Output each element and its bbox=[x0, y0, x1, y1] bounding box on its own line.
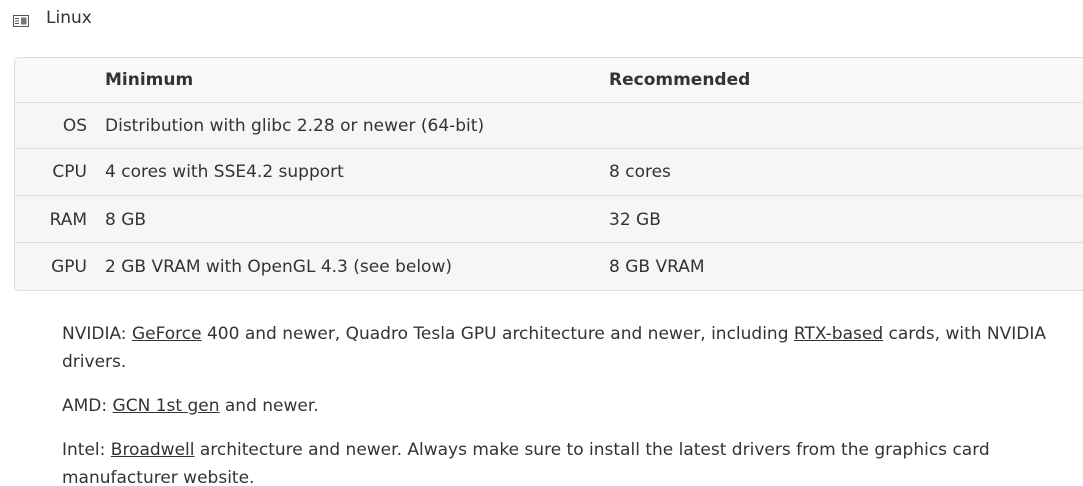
platform-icon bbox=[13, 12, 29, 27]
nvidia-middle: 400 and newer, Quadro Tesla GPU architec… bbox=[201, 324, 794, 344]
row-label: RAM bbox=[49, 209, 87, 230]
table-row-gpu: GPU 2 GB VRAM with OpenGL 4.3 (see below… bbox=[15, 242, 1083, 290]
row-label: OS bbox=[62, 116, 87, 136]
section-header: Linux bbox=[13, 6, 92, 30]
row-minimum: 8 GB bbox=[105, 209, 147, 230]
row-recommended: 32 GB bbox=[609, 209, 661, 230]
geforce-link[interactable]: GeForce bbox=[132, 324, 202, 344]
table-row-cpu: CPU 4 cores with SSE4.2 support 8 cores bbox=[15, 148, 1083, 195]
row-recommended: 8 cores bbox=[609, 162, 671, 182]
row-minimum: 4 cores with SSE4.2 support bbox=[105, 162, 344, 182]
header-recommended: Recommended bbox=[609, 70, 751, 90]
row-minimum: Distribution with glibc 2.28 or newer (6… bbox=[105, 116, 485, 136]
intel-suffix: architecture and newer. Always make sure… bbox=[62, 440, 990, 486]
header-minimum: Minimum bbox=[105, 70, 194, 90]
nvidia-prefix: NVIDIA: bbox=[62, 324, 132, 344]
gpu-notes: NVIDIA: GeForce 400 and newer, Quadro Te… bbox=[62, 320, 1072, 486]
row-recommended: 8 GB VRAM bbox=[609, 256, 705, 277]
amd-note: AMD: GCN 1st gen and newer. bbox=[62, 392, 1072, 420]
table-row-ram: RAM 8 GB 32 GB bbox=[15, 195, 1083, 243]
nvidia-note: NVIDIA: GeForce 400 and newer, Quadro Te… bbox=[62, 320, 1072, 376]
gcn-link[interactable]: GCN 1st gen bbox=[113, 396, 220, 416]
amd-prefix: AMD: bbox=[62, 396, 113, 416]
row-minimum: 2 GB VRAM with OpenGL 4.3 (see below) bbox=[105, 256, 452, 277]
table-header-row: Minimum Recommended bbox=[15, 58, 1083, 102]
row-label: GPU bbox=[51, 256, 87, 277]
intel-prefix: Intel: bbox=[62, 440, 111, 460]
table-row-os: OS Distribution with glibc 2.28 or newer… bbox=[15, 102, 1083, 149]
section-title: Linux bbox=[46, 8, 92, 28]
rtx-link[interactable]: RTX-based bbox=[794, 324, 883, 344]
amd-suffix: and newer. bbox=[219, 396, 319, 416]
broadwell-link[interactable]: Broadwell bbox=[111, 440, 195, 460]
row-label: CPU bbox=[52, 162, 87, 182]
requirements-table: Minimum Recommended OS Distribution with… bbox=[14, 57, 1083, 291]
page: Linux Minimum Recommended OS Distributio… bbox=[0, 0, 1083, 486]
intel-note: Intel: Broadwell architecture and newer.… bbox=[62, 436, 1072, 486]
